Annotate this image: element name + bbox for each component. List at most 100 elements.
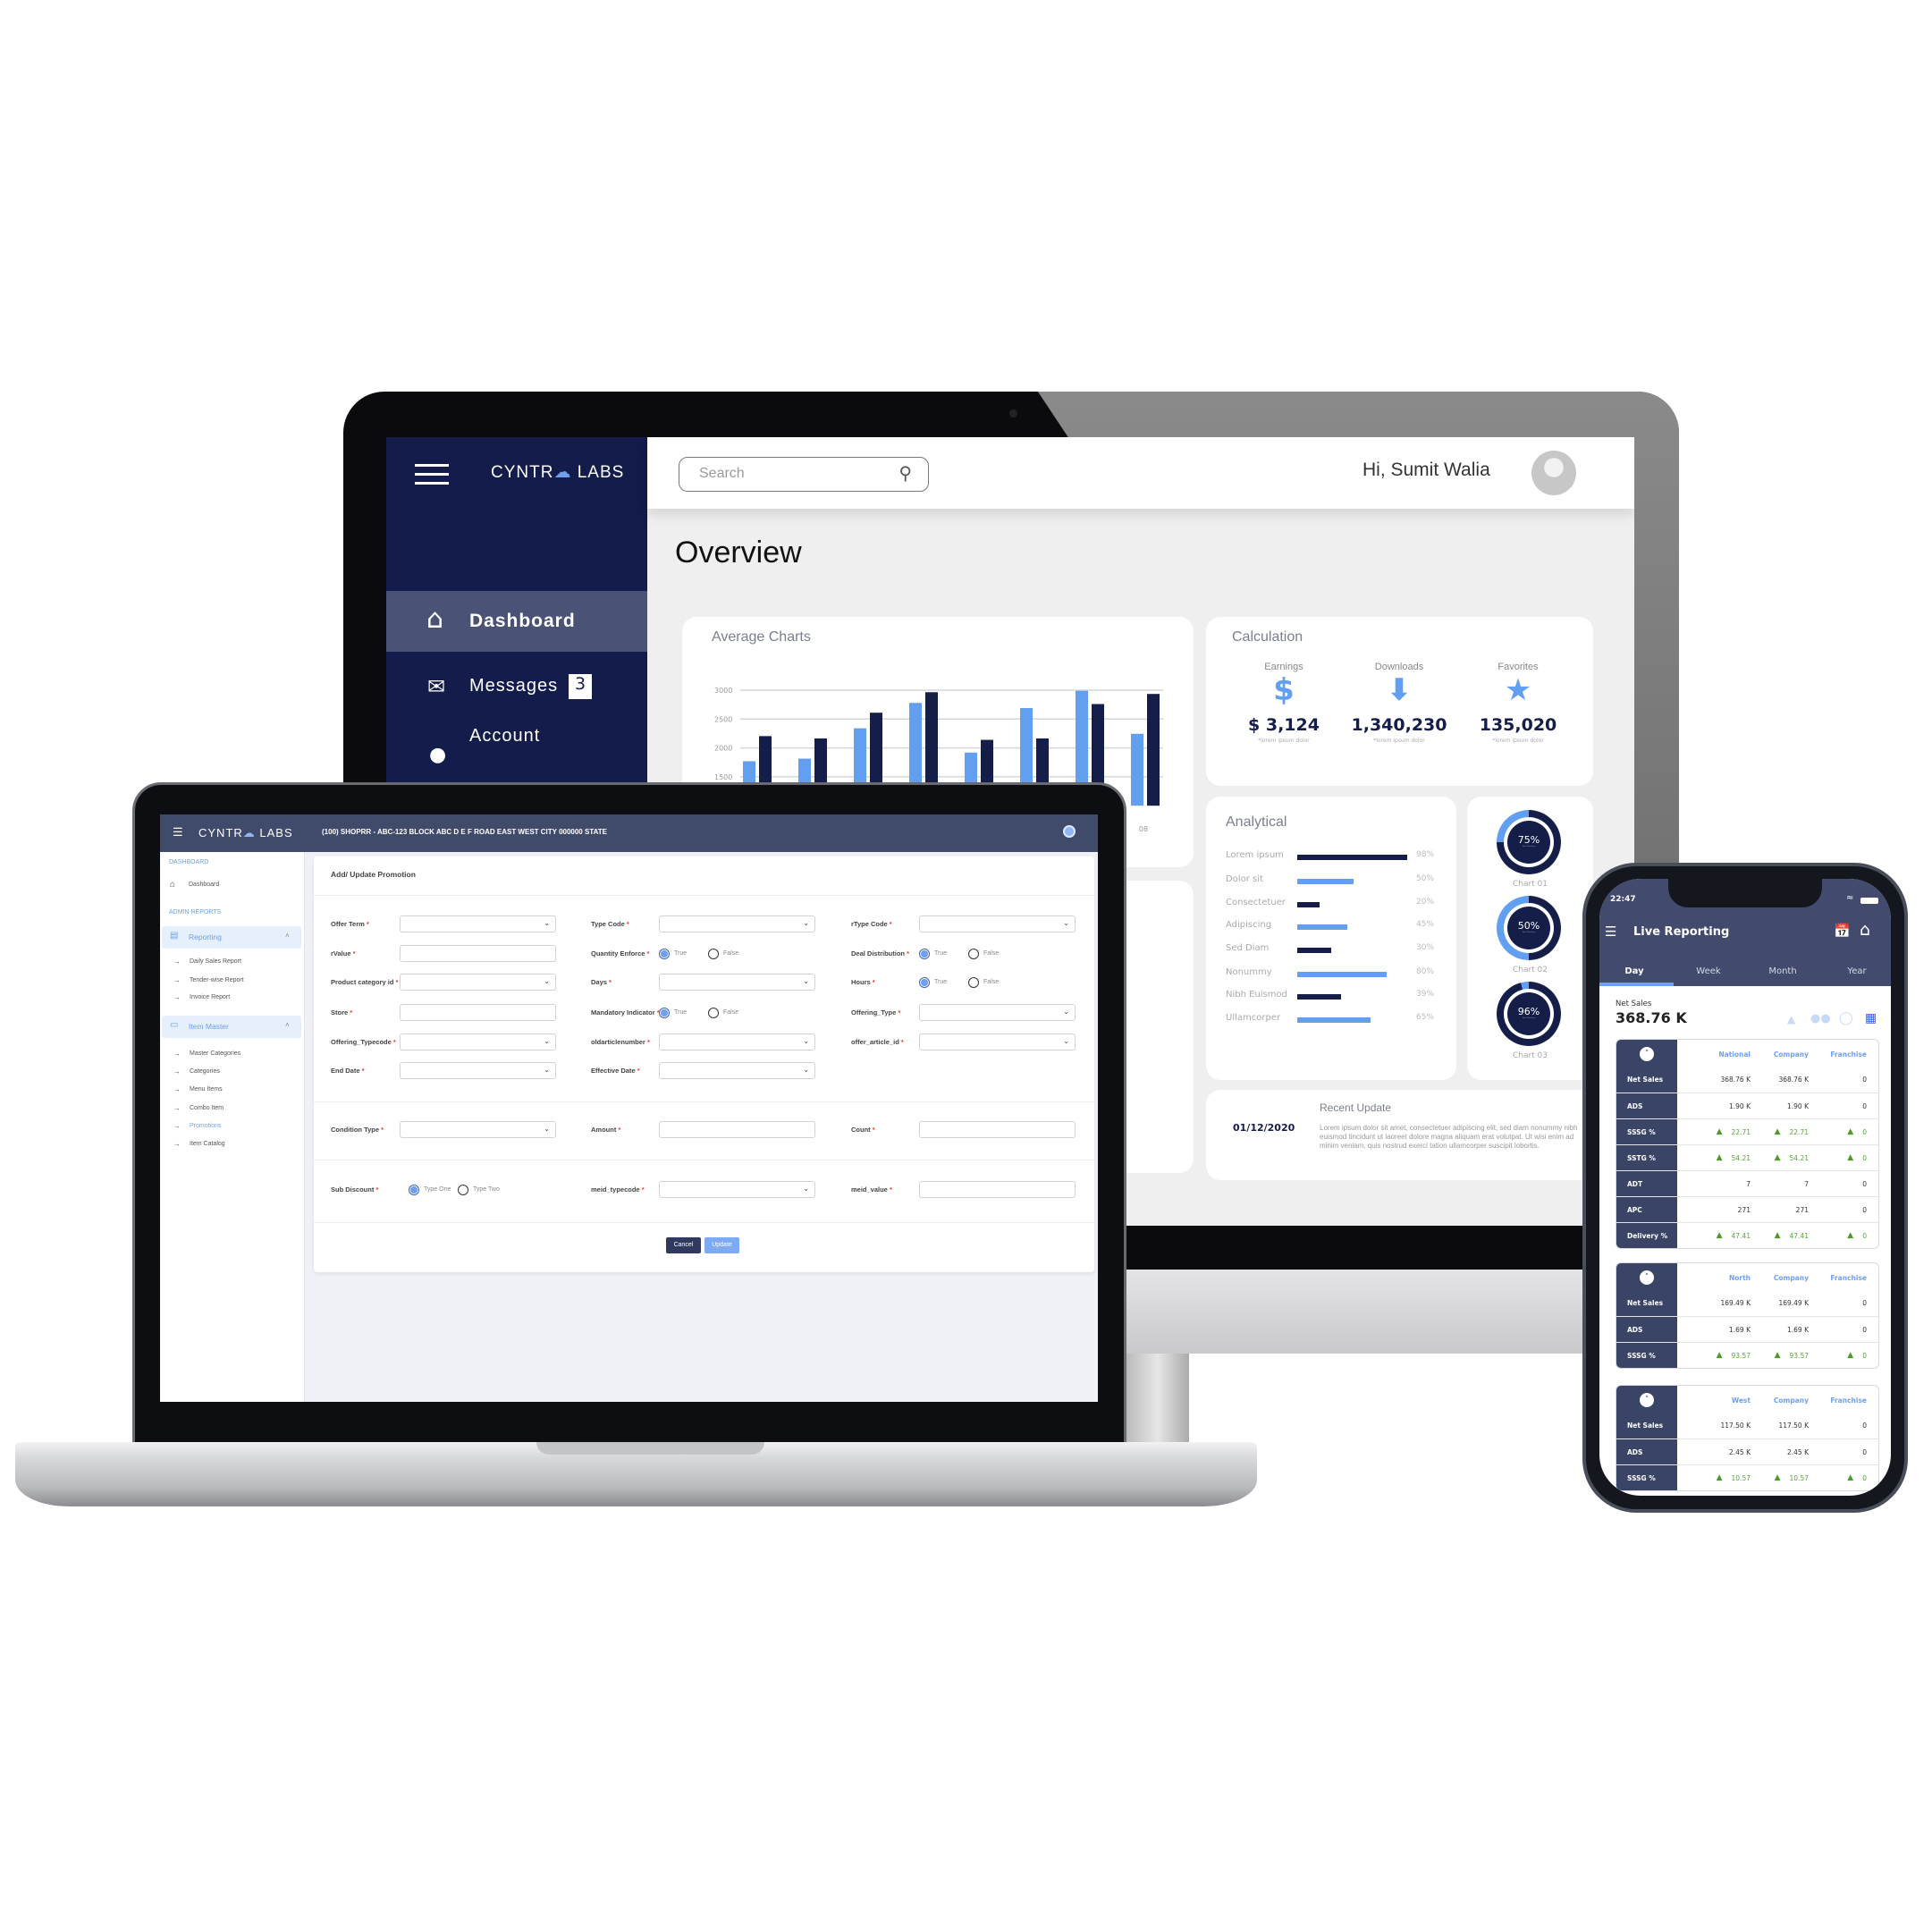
sidebar-item-daily-sales-report[interactable]: → Daily Sales Report [160, 956, 303, 970]
chevron-down-icon: ⌄ [803, 1066, 809, 1074]
search-icon[interactable]: ⚲ [899, 462, 912, 484]
collapse-chevron-icon[interactable]: ˄ [1640, 1047, 1654, 1061]
tab-year[interactable]: Year [1847, 966, 1866, 976]
sidebar-item-item-master[interactable]: ▭ Item Master ˄ [160, 1019, 303, 1033]
sidebar-item-categories[interactable]: → Categories [160, 1066, 303, 1080]
radio-quantity-enforce-true[interactable] [659, 949, 670, 959]
sidebar-item-dashboard[interactable]: ⌂ Dashboard [160, 879, 303, 893]
arrow-right-icon: → [173, 1085, 181, 1093]
field-label-text: Effective Date [591, 1067, 636, 1075]
cell-value: 0 [1862, 1351, 1867, 1360]
rvalue-input[interactable] [400, 945, 556, 962]
tab-month[interactable]: Month [1768, 966, 1796, 976]
days-select[interactable]: ⌄ [659, 974, 815, 991]
radio-hours-false[interactable] [968, 977, 979, 988]
field-label-text: Store [331, 1008, 349, 1017]
analytical-card: Analytical Lorem ipsum 98% Dolor sit 50% Con… [1206, 797, 1456, 1080]
collapse-chevron-icon[interactable]: ˄ [1640, 1393, 1654, 1407]
sidebar-item-label: Promotions [190, 1123, 222, 1129]
end-date-select[interactable]: ⌄ [400, 1062, 556, 1079]
search-input[interactable]: Search ⚲ [679, 457, 929, 492]
field-label: Product category id * [331, 978, 398, 986]
metric-bar [1297, 902, 1320, 907]
sidebar-item-reporting[interactable]: ▤ Reporting ˄ [160, 930, 303, 944]
table-cell: ▲ 22.71 [1697, 1119, 1751, 1144]
monitor-stand [1126, 1354, 1189, 1443]
field-label-text: Condition Type [331, 1126, 380, 1134]
rtype-code-select[interactable]: ⌄ [919, 915, 1076, 932]
radio-hours-true[interactable] [919, 977, 930, 988]
sidebar-item-combo-item[interactable]: → Combo Item [160, 1102, 303, 1117]
field-label-text: Amount [591, 1126, 617, 1134]
chevron-up-icon[interactable]: ˄ [285, 932, 290, 940]
trend-up-icon: ▲ [1716, 1153, 1723, 1162]
home-icon[interactable]: ⌂ [1860, 920, 1870, 940]
radio-quantity-enforce-false[interactable] [708, 949, 719, 959]
offering-typecode-select[interactable]: ⌄ [400, 1033, 556, 1050]
people-icon[interactable]: ●● [1810, 1012, 1831, 1025]
radio-deal-distribution-true[interactable] [919, 949, 930, 959]
arrow-right-icon: → [173, 976, 181, 984]
cell-value: 0 [1862, 1473, 1867, 1482]
field-label: Type Code * [591, 920, 629, 928]
offer-term-select[interactable]: ⌄ [400, 915, 556, 932]
sidebar-item-dashboard[interactable]: ⌂ Dashboard [386, 591, 647, 652]
donut-chart: 96% Your Text Here [1497, 982, 1561, 1046]
user-profile-icon[interactable] [1063, 825, 1076, 838]
collapse-chevron-icon[interactable]: ˄ [1640, 1270, 1654, 1285]
cancel-button[interactable]: Cancel [666, 1237, 701, 1253]
row-label: ADS [1616, 1439, 1677, 1464]
oldarticlenumber-select[interactable]: ⌄ [659, 1033, 815, 1050]
store-input[interactable] [400, 1004, 556, 1021]
table-cell: ▲ 93.57 [1697, 1343, 1751, 1368]
meid-value-input[interactable] [919, 1181, 1076, 1198]
radio-label: True [674, 1009, 688, 1016]
sidebar-item-master-categories[interactable]: → Master Categories [160, 1048, 303, 1062]
star-icon: ★ [1504, 672, 1532, 708]
offer-article-id-select[interactable]: ⌄ [919, 1033, 1076, 1050]
table-cell: ▲ 0 [1813, 1343, 1867, 1368]
chart-icon[interactable]: ▲ [1787, 1013, 1795, 1025]
required-marker: * [393, 978, 399, 986]
globe-icon[interactable]: ◯ [1839, 1011, 1853, 1025]
sidebar-item-invoice-report[interactable]: → Invoice Report [160, 991, 303, 1006]
radio-sub-discount-type-two[interactable] [458, 1185, 468, 1195]
meid-typecode-select[interactable]: ⌄ [659, 1181, 815, 1198]
sidebar-item-menu-items[interactable]: → Menu Items [160, 1084, 303, 1098]
radio-mandatory-indicator-true[interactable] [659, 1008, 670, 1018]
store-icon[interactable]: ▦ [1865, 1011, 1877, 1025]
hamburger-menu-icon[interactable]: ☰ [173, 825, 183, 839]
condition-type-select[interactable]: ⌄ [400, 1121, 556, 1138]
logo-text-right: LABS [577, 463, 625, 482]
calendar-icon[interactable]: 📅 [1834, 923, 1851, 939]
trend-up-icon: ▲ [1774, 1231, 1781, 1240]
effective-date-select[interactable]: ⌄ [659, 1062, 815, 1079]
chevron-up-icon[interactable]: ˄ [285, 1021, 290, 1029]
tab-week[interactable]: Week [1696, 966, 1720, 976]
product-category-id-select[interactable]: ⌄ [400, 974, 556, 991]
field-label: Condition Type * [331, 1126, 384, 1134]
avatar[interactable] [1531, 451, 1576, 495]
table-row: SSSG % ▲ 22.71 ▲ 22.71 ▲ 0 [1616, 1118, 1878, 1144]
hamburger-menu-icon[interactable] [415, 464, 449, 491]
offering-type-select[interactable]: ⌄ [919, 1004, 1076, 1021]
radio-mandatory-indicator-false[interactable] [708, 1008, 719, 1018]
field-label: Deal Distribution * [851, 949, 909, 958]
tab-day[interactable]: Day [1624, 966, 1643, 976]
amount-input[interactable] [659, 1121, 815, 1138]
count-input[interactable] [919, 1121, 1076, 1138]
table-cell: ▲ 47.41 [1697, 1223, 1751, 1248]
stat-label: Downloads [1374, 662, 1424, 672]
type-code-select[interactable]: ⌄ [659, 915, 815, 932]
radio-sub-discount-type-one[interactable] [409, 1185, 419, 1195]
stat-note: *lorem ipsum dolor [1373, 738, 1425, 744]
cell-value: 47.41 [1789, 1231, 1809, 1240]
sidebar-item-account[interactable]: ● Account [386, 719, 647, 772]
radio-deal-distribution-false[interactable] [968, 949, 979, 959]
sidebar-item-tender-wise-report[interactable]: → Tender-wise Report [160, 974, 303, 989]
sidebar-item-promotions[interactable]: → Promotions [160, 1120, 303, 1135]
sidebar-item-item-catalog[interactable]: → Item Catalog [160, 1138, 303, 1152]
hamburger-menu-icon[interactable]: ☰ [1605, 924, 1616, 940]
update-button[interactable]: Update [704, 1237, 739, 1253]
sidebar-item-messages[interactable]: ✉ Messages 3 [386, 665, 647, 710]
